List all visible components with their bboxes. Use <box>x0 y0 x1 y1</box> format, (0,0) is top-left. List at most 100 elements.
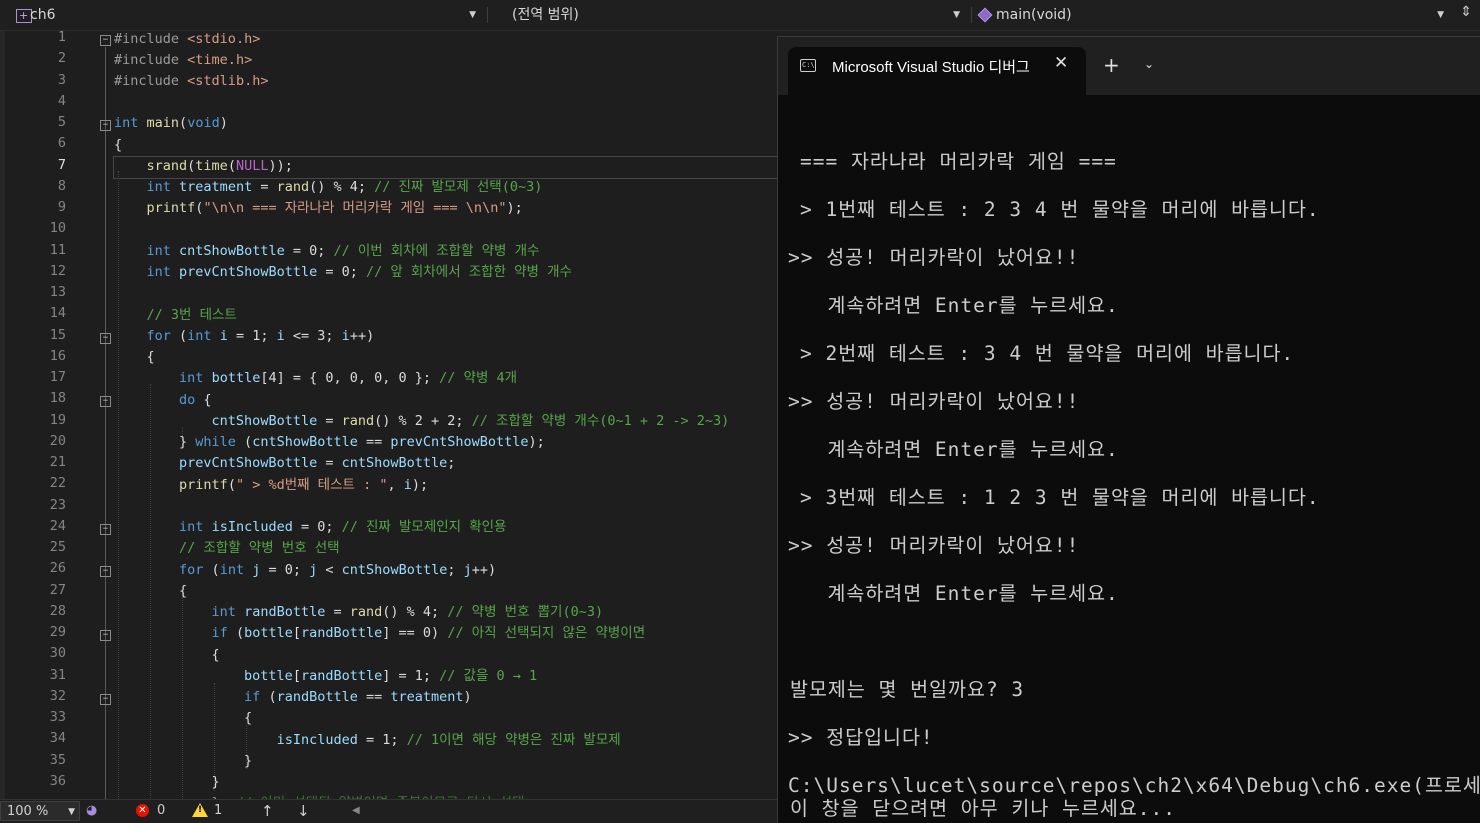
code-line: } <box>114 753 253 769</box>
collapse-toggle[interactable]: − <box>100 566 111 578</box>
copilot-icon[interactable]: ◕ <box>86 802 97 820</box>
error-icon[interactable]: ✕ <box>136 804 149 817</box>
collapse-toggle[interactable]: − <box>100 35 111 46</box>
error-count[interactable]: 0 <box>157 802 165 820</box>
code-line: // 조합할 약병 번호 선택 <box>179 540 340 556</box>
line-number: 1 <box>57 31 66 45</box>
line-number: 3 <box>57 71 66 88</box>
terminal-tab-bar: C:\ Microsoft Visual Studio 디버그 ✕ + ⌄ <box>778 37 1480 95</box>
code-line: // 3번 테스트 <box>146 307 237 323</box>
line-number: 9 <box>57 199 66 215</box>
line-number: 19 <box>49 411 66 428</box>
line-number: 6 <box>57 135 66 152</box>
line-number: 20 <box>49 432 66 449</box>
line-number: 13 <box>49 284 66 300</box>
code-line: printf(" > %d번째 테스트 : ", i); <box>179 477 429 493</box>
collapse-toggle[interactable]: − <box>100 332 111 344</box>
editor-margin <box>0 31 5 799</box>
code-line: { <box>114 349 155 365</box>
code-line: printf("\n\n === 자라나라 머리카락 게임 === \n\n")… <box>146 200 523 216</box>
collapse-toggle[interactable]: − <box>100 693 111 705</box>
line-number: 18 <box>49 390 66 407</box>
console-line: >> 성공! 머리카락이 났어요!! <box>788 534 1080 557</box>
console-line: > 2번째 테스트 : 3 4 번 물약을 머리에 바릅니다. <box>800 342 1295 365</box>
code-line: #include <time.h> <box>114 52 253 68</box>
console-line: > 3번째 테스트 : 1 2 3 번 물약을 머리에 바릅니다. <box>800 486 1320 509</box>
method-icon <box>977 7 993 23</box>
collapse-toggle[interactable]: − <box>100 396 111 408</box>
code-line: cntShowBottle = rand() % 2 + 2; // 조합할 약… <box>211 413 730 429</box>
code-line: { <box>114 137 123 153</box>
member-label: main(void) <box>996 7 1072 23</box>
code-line: int randBottle = rand() % 4; // 약병 번호 뽑기… <box>211 604 604 620</box>
line-number: 29 <box>49 624 66 640</box>
console-line: 계속하려면 Enter를 누르세요. <box>802 582 1119 605</box>
arrow-down-icon[interactable]: ↓ <box>297 802 310 820</box>
line-number: 36 <box>49 772 66 789</box>
debug-console-window[interactable]: C:\ Microsoft Visual Studio 디버그 ✕ + ⌄ ==… <box>777 36 1480 823</box>
code-line: int cntShowBottle = 0; // 이번 회차에 조합할 약병 … <box>146 243 540 259</box>
line-number: 30 <box>49 645 66 662</box>
warning-icon[interactable]: ! <box>192 803 208 817</box>
scroll-left-icon[interactable]: ◀ <box>352 802 360 820</box>
chevron-down-icon: ▼ <box>953 10 960 20</box>
console-line: >> 정답입니다! <box>788 726 934 749</box>
navigation-bar: ch6 ▼ (전역 범위) ▼ main(void) ▼ ⇕ <box>0 0 1480 31</box>
line-number: 15 <box>49 326 66 343</box>
line-number: 34 <box>49 730 66 747</box>
code-line: do { <box>179 392 212 408</box>
zoom-level: 100 % <box>7 804 49 819</box>
line-number: 12 <box>49 262 66 279</box>
code-line: bottle[randBottle] = 1; // 값을 0 → 1 <box>244 668 538 684</box>
chevron-down-icon[interactable]: ⌄ <box>1144 57 1154 71</box>
line-number: 8 <box>57 177 66 194</box>
new-tab-icon[interactable]: + <box>1103 53 1120 77</box>
line-number: 4 <box>57 92 66 109</box>
tab-title: Microsoft Visual Studio 디버그 <box>832 59 1030 76</box>
arrow-up-icon[interactable]: ↑ <box>261 802 274 820</box>
scope-dropdown[interactable]: (전역 범위) ▼ <box>490 4 972 26</box>
project-dropdown[interactable]: ch6 ▼ <box>6 4 488 27</box>
line-number: 17 <box>49 369 66 385</box>
warning-count[interactable]: 1 <box>214 802 222 820</box>
code-line: } while (cntShowBottle == prevCntShowBot… <box>114 434 545 450</box>
line-number: 24 <box>49 517 66 534</box>
console-line: >> 성공! 머리카락이 났어요!! <box>788 246 1080 269</box>
member-dropdown[interactable]: main(void) ▼ <box>974 4 1450 26</box>
collapse-toggle[interactable]: − <box>100 523 111 535</box>
console-line: 계속하려면 Enter를 누르세요. <box>802 294 1119 317</box>
code-line: { <box>114 710 253 726</box>
line-number: 32 <box>49 687 66 704</box>
code-line: if (bottle[randBottle] == 0) // 아직 선택되지 … <box>211 625 646 641</box>
code-line: isIncluded = 1; // 1이면 해당 약병은 진짜 발모제 <box>276 732 621 748</box>
code-line: int bottle[4] = { 0, 0, 0, 0 }; // 약병 4개 <box>179 370 518 386</box>
console-line: > 1번째 테스트 : 2 3 4 번 물약을 머리에 바릅니다. <box>800 198 1320 221</box>
line-number: 28 <box>49 602 66 619</box>
console-line: 발모제는 몇 번일까요? 3 <box>790 678 1025 701</box>
zoom-dropdown[interactable]: 100 % ▼ <box>0 801 80 821</box>
code-line: int prevCntShowBottle = 0; // 앞 회차에서 조합한… <box>146 264 572 280</box>
collapse-toggle[interactable]: − <box>100 630 111 641</box>
code-line: int treatment = rand() % 4; // 진짜 발모제 선택… <box>146 179 543 195</box>
chevron-down-icon: ▼ <box>68 807 75 817</box>
chevron-down-icon: ▼ <box>1437 10 1444 20</box>
console-line: 이 창을 닫으려면 아무 키나 누르세요... <box>790 797 1177 820</box>
code-line: #include <stdlib.h> <box>114 73 269 89</box>
split-expand-icon[interactable]: ⇕ <box>1460 4 1472 20</box>
line-number: 11 <box>49 241 66 258</box>
console-icon: C:\ <box>800 59 816 72</box>
scope-label: (전역 범위) <box>512 7 579 23</box>
code-line: int isIncluded = 0; // 진짜 발모제인지 확인용 <box>179 519 507 535</box>
code-line: { <box>114 583 188 599</box>
console-line: >> 성공! 머리카락이 났어요!! <box>788 390 1080 413</box>
console-line: 계속하려면 Enter를 누르세요. <box>802 438 1119 461</box>
line-number: 31 <box>49 666 66 683</box>
terminal-tab[interactable]: C:\ Microsoft Visual Studio 디버그 ✕ <box>788 47 1086 95</box>
line-number: 25 <box>49 539 66 555</box>
outline-line <box>105 47 106 799</box>
close-icon[interactable]: ✕ <box>1054 53 1068 73</box>
line-number: 27 <box>49 581 66 598</box>
code-line: prevCntShowBottle = cntShowBottle; <box>179 455 456 471</box>
project-label: ch6 <box>30 7 56 23</box>
collapse-toggle[interactable]: − <box>100 120 111 131</box>
